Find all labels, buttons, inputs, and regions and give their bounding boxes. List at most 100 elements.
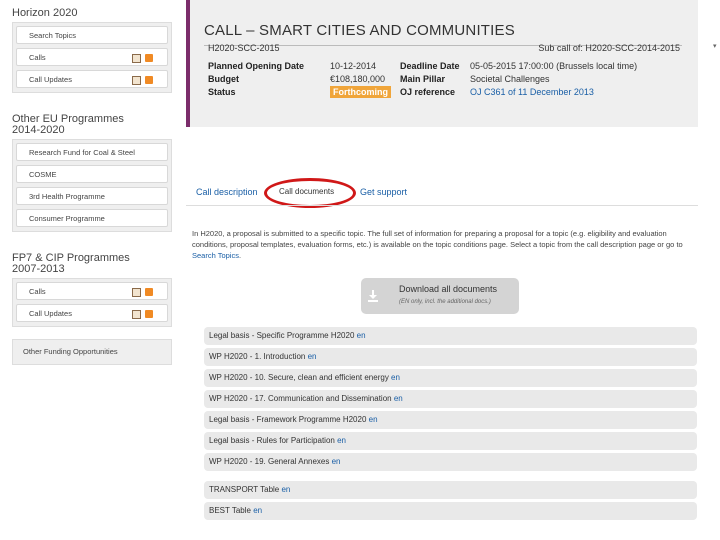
- doc-title: WP H2020 - 1. Introduction: [209, 352, 306, 361]
- intro-end: .: [238, 251, 242, 260]
- sidebar-box: Search Topics Calls Call Updates: [12, 22, 172, 93]
- sidebar-item-label: Search Topics: [29, 31, 76, 40]
- doc-title: TRANSPORT Table: [209, 485, 280, 494]
- rss-icon[interactable]: [145, 54, 153, 62]
- rss-icon[interactable]: [145, 310, 153, 318]
- main-content: CALL – SMART CITIES AND COMMUNITIES H202…: [186, 0, 698, 520]
- meta-labels-col2: Deadline Date Main Pillar OJ reference: [400, 60, 460, 99]
- meta-labels-col1: Planned Opening Date Budget Status: [208, 60, 304, 99]
- meta-values-col1: 10-12-2014 €108,180,000 Forthcoming: [330, 60, 391, 99]
- sidebar-item-health[interactable]: 3rd Health Programme: [16, 187, 168, 205]
- sidebar-box: Calls Call Updates: [12, 278, 172, 327]
- doc-lang-link[interactable]: en: [394, 394, 403, 403]
- calendar-icon[interactable]: [132, 54, 141, 63]
- sidebar-item-fp7-calls[interactable]: Calls: [16, 282, 168, 300]
- sidebar-item-label: Calls: [29, 287, 46, 296]
- list-item: WP H2020 - 17. Communication and Dissemi…: [204, 390, 697, 408]
- sidebar-section-other-eu: Other EU Programmes 2014-2020 Research Fu…: [12, 114, 172, 232]
- doc-title: WP H2020 - 19. General Annexes: [209, 457, 330, 466]
- sidebar-item-calls[interactable]: Calls: [16, 48, 168, 66]
- rss-icon[interactable]: [145, 288, 153, 296]
- calendar-icon[interactable]: [132, 76, 141, 85]
- doc-title: Legal basis - Framework Programme H2020: [209, 415, 367, 424]
- main-pillar: Societal Challenges: [470, 74, 550, 84]
- doc-title: Legal basis - Rules for Participation: [209, 436, 335, 445]
- meta-label: Budget: [208, 74, 239, 84]
- intro-paragraph: In H2020, a proposal is submitted to a s…: [192, 228, 697, 261]
- download-icon: [368, 290, 378, 302]
- highlight-oval: [264, 178, 356, 208]
- sidebar-item-label: Call Updates: [29, 75, 72, 84]
- sidebar-item-label: Other Funding Opportunities: [23, 347, 118, 356]
- doc-title: WP H2020 - 17. Communication and Dissemi…: [209, 394, 392, 403]
- sidebar-section-fp7-cip: FP7 & CIP Programmes 2007-2013 Calls Call…: [12, 253, 172, 327]
- calendar-icon[interactable]: [132, 288, 141, 297]
- doc-title: Legal basis - Specific Programme H2020: [209, 331, 355, 340]
- doc-title: WP H2020 - 10. Secure, clean and efficie…: [209, 373, 389, 382]
- planned-opening-date: 10-12-2014: [330, 61, 377, 71]
- table-list: TRANSPORT Table en BEST Table en: [204, 481, 697, 523]
- doc-lang-link[interactable]: en: [332, 457, 341, 466]
- sub-call-link[interactable]: Sub call of: H2020-SCC-2014-2015: [538, 43, 680, 53]
- sidebar-section-title: Horizon 2020: [12, 7, 78, 19]
- page-title: CALL – SMART CITIES AND COMMUNITIES: [204, 22, 515, 39]
- doc-title: BEST Table: [209, 506, 251, 515]
- sidebar-item-label: Consumer Programme: [29, 214, 105, 223]
- list-item: Legal basis - Specific Programme H2020 e…: [204, 327, 697, 345]
- meta-label: Main Pillar: [400, 74, 446, 84]
- sidebar-section-title: Other EU Programmes 2014-2020: [12, 113, 124, 136]
- sidebar-item-other-funding[interactable]: Other Funding Opportunities: [12, 339, 172, 365]
- list-item: BEST Table en: [204, 502, 697, 520]
- doc-lang-link[interactable]: en: [253, 506, 262, 515]
- list-item: Legal basis - Rules for Participation en: [204, 432, 697, 450]
- rss-icon[interactable]: [145, 76, 153, 84]
- meta-label: OJ reference: [400, 87, 456, 97]
- sidebar-item-cosme[interactable]: COSME: [16, 165, 168, 183]
- sidebar-box: Research Fund for Coal & Steel COSME 3rd…: [12, 139, 172, 232]
- meta-label: Planned Opening Date: [208, 61, 305, 71]
- sidebar-item-label: Calls: [29, 53, 46, 62]
- doc-lang-link[interactable]: en: [357, 331, 366, 340]
- meta-values-col2: 05-05-2015 17:00:00 (Brussels local time…: [470, 60, 637, 99]
- calendar-icon[interactable]: [132, 310, 141, 319]
- list-item: TRANSPORT Table en: [204, 481, 697, 499]
- call-identifier: H2020-SCC-2015: [208, 43, 280, 53]
- download-subtitle: (EN only, incl. the additional docs.): [399, 299, 491, 305]
- sidebar-item-search-topics[interactable]: Search Topics: [16, 26, 168, 44]
- download-all-button[interactable]: Download all documents (EN only, incl. t…: [361, 278, 519, 314]
- sidebar-item-label: COSME: [29, 170, 57, 179]
- sidebar-item-label: Research Fund for Coal & Steel: [29, 148, 135, 157]
- document-list: Legal basis - Specific Programme H2020 e…: [204, 327, 697, 474]
- sidebar-item-call-updates[interactable]: Call Updates: [16, 70, 168, 88]
- download-title: Download all documents: [399, 284, 498, 294]
- doc-lang-link[interactable]: en: [281, 485, 290, 494]
- sidebar-item-label: 3rd Health Programme: [29, 192, 105, 201]
- tab-call-description[interactable]: Call description: [196, 187, 258, 197]
- sidebar-item-fp7-call-updates[interactable]: Call Updates: [16, 304, 168, 322]
- status-badge: Forthcoming: [330, 86, 391, 98]
- oj-reference-link[interactable]: OJ C361 of 11 December 2013: [470, 86, 637, 99]
- list-item: WP H2020 - 1. Introduction en: [204, 348, 697, 366]
- deadline-date: 05-05-2015 17:00:00 (Brussels local time…: [470, 61, 638, 71]
- edge-arrow-icon: ▾: [713, 43, 717, 50]
- list-item: WP H2020 - 10. Secure, clean and efficie…: [204, 369, 697, 387]
- sidebar: Horizon 2020 Search Topics Calls Call Up…: [12, 8, 172, 365]
- sidebar-item-label: Call Updates: [29, 309, 72, 318]
- list-item: Legal basis - Framework Programme H2020 …: [204, 411, 697, 429]
- list-item: WP H2020 - 19. General Annexes en: [204, 453, 697, 471]
- meta-label: Status: [208, 87, 236, 97]
- budget-value: €108,180,000: [330, 74, 386, 84]
- sidebar-item-consumer[interactable]: Consumer Programme: [16, 209, 168, 227]
- intro-text: In H2020, a proposal is submitted to a s…: [192, 229, 683, 249]
- sidebar-section-horizon2020: Horizon 2020 Search Topics Calls Call Up…: [12, 8, 172, 93]
- meta-label: Deadline Date: [400, 61, 460, 71]
- sidebar-item-coal-steel[interactable]: Research Fund for Coal & Steel: [16, 143, 168, 161]
- tab-divider: [186, 205, 698, 206]
- doc-lang-link[interactable]: en: [391, 373, 400, 382]
- doc-lang-link[interactable]: en: [308, 352, 317, 361]
- sidebar-section-title: FP7 & CIP Programmes 2007-2013: [12, 252, 130, 275]
- search-topics-link[interactable]: Search Topics: [192, 251, 239, 260]
- doc-lang-link[interactable]: en: [337, 436, 346, 445]
- doc-lang-link[interactable]: en: [369, 415, 378, 424]
- tab-get-support[interactable]: Get support: [360, 187, 407, 197]
